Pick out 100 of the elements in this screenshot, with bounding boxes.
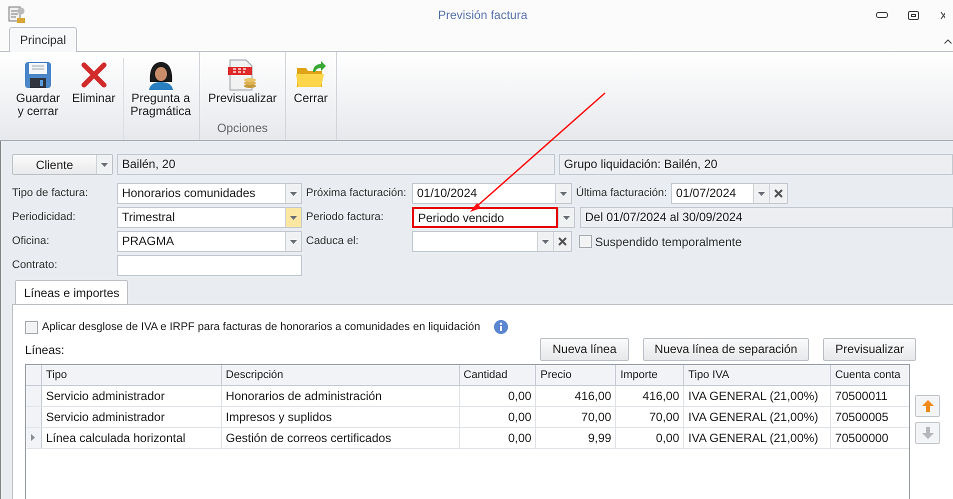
checkbox[interactable] (25, 320, 38, 334)
table-cell: 0,00 (460, 428, 536, 448)
table-cell: Servicio administrador (42, 406, 222, 426)
row-indicator[interactable] (26, 428, 42, 448)
delete-icon (80, 62, 107, 88)
column-header[interactable]: Cantidad (460, 364, 536, 384)
ribbon-button[interactable]: Pregunta a Pragmática (123, 58, 198, 140)
checkbox-label: Aplicar desglose de IVA e IRPF para facturas de honorarios a comunidades en liquidación (42, 320, 480, 335)
group-label: Opciones (216, 120, 269, 137)
table-cell: IVA GENERAL (21,00%) (684, 386, 832, 406)
column-header[interactable]: Tipo (42, 364, 222, 384)
table-cell: 0,00 (460, 406, 536, 426)
field-label: Oficina: (12, 234, 50, 250)
caret-icon (290, 192, 297, 196)
move-button[interactable] (915, 394, 940, 416)
dropdown-button[interactable] (285, 184, 301, 203)
dropdown-button[interactable] (96, 155, 112, 174)
caret-icon (542, 240, 549, 244)
dropdown-button[interactable] (558, 208, 574, 227)
table-cell: Impresos y suplidos (222, 406, 460, 426)
table-cell: 70,00 (536, 406, 616, 426)
table-cell: Honorarios de administración (222, 386, 460, 406)
caret-icon (290, 216, 297, 220)
table-cell: IVA GENERAL (21,00%) (684, 406, 832, 426)
table-cell: 416,00 (616, 386, 684, 406)
pdf-document-icon (227, 59, 258, 91)
action-button[interactable]: Nueva línea (540, 338, 629, 360)
caret-icon (560, 192, 567, 196)
table-cell-text: 70500005 (834, 408, 890, 426)
dropdown-field[interactable]: 01/10/2024 (412, 183, 572, 204)
table-cell: 0,00 (460, 386, 536, 406)
table-cell-text: 70500000 (834, 430, 890, 446)
up-arrow-icon (920, 398, 934, 412)
caret-icon (758, 192, 765, 196)
checkbox-label: Suspendido temporalmente (595, 234, 742, 250)
dropdown-field[interactable]: PRAGMA (117, 231, 302, 252)
app-icon (8, 6, 26, 24)
column-header[interactable]: Precio (536, 364, 616, 384)
info-icon[interactable] (494, 320, 508, 334)
table-cell: 0,00 (616, 428, 684, 448)
dropdown-button[interactable] (285, 232, 301, 251)
close-icon[interactable] (939, 10, 945, 20)
field-label: Periodicidad: (12, 210, 77, 226)
current-row-icon (31, 434, 36, 441)
ribbon-tab[interactable]: Principal (9, 27, 78, 52)
column-header[interactable]: Descripción (222, 364, 460, 384)
dropdown-field[interactable]: Honorarios comunidades (117, 183, 302, 204)
date-field[interactable] (412, 231, 572, 252)
window-title: Previsión factura (438, 7, 528, 24)
caret-icon (563, 216, 570, 220)
group-field: Grupo liquidación: Bailén, 20 (559, 154, 953, 175)
table-cell: 9,99 (536, 428, 616, 448)
field-label: Contrato: (12, 258, 58, 274)
table-cell: Gestión de correos certificados (222, 428, 460, 448)
text-field[interactable] (117, 255, 302, 276)
period-range-field: Del 01/07/2024 al 30/09/2024 (580, 207, 953, 228)
column-header[interactable]: Importe (616, 364, 684, 384)
field-label: Periodo factura: (306, 210, 385, 226)
ribbon-button[interactable]: Previsualizar (202, 58, 283, 119)
dropdown-button[interactable] (753, 184, 769, 203)
dropdown-button[interactable] (285, 208, 301, 227)
ribbon-button[interactable]: Eliminar (66, 58, 122, 140)
field-label: Última facturación: (576, 186, 668, 202)
tab[interactable]: Líneas e importes (15, 280, 128, 305)
column-header[interactable]: Tipo IVA (684, 364, 832, 384)
column-header[interactable]: Cuenta conta (831, 364, 909, 384)
caret-icon (290, 240, 297, 244)
table-cell: Servicio administrador (42, 386, 222, 406)
section-label: Líneas: (25, 342, 64, 358)
ribbon-button[interactable]: Guardar y cerrar (10, 58, 66, 140)
caret-icon (101, 162, 108, 166)
avatar-icon (146, 60, 175, 90)
date-field[interactable]: 01/07/2024 (671, 183, 788, 204)
clear-button[interactable] (553, 232, 571, 251)
table-cell: 70,00 (616, 406, 684, 426)
dropdown-button[interactable] (537, 232, 553, 251)
ribbon-button[interactable]: Cerrar (288, 58, 334, 140)
table-cell-text: 70500011 (834, 388, 889, 404)
field-label: Próxima facturación: (306, 186, 408, 202)
dropdown-button[interactable] (555, 184, 571, 203)
clear-button[interactable] (769, 184, 787, 203)
dropdown-field[interactable]: Periodo vencido (412, 207, 558, 228)
close-icon (774, 189, 783, 198)
client-field: Bailén, 20 (117, 154, 555, 175)
client-button[interactable]: Cliente (12, 154, 113, 175)
folder-icon (294, 60, 327, 90)
table-cell: 416,00 (536, 386, 616, 406)
dropdown-field[interactable]: Trimestral (117, 207, 302, 228)
table-cell: Línea calculada horizontal (42, 428, 222, 448)
down-arrow-icon (920, 426, 934, 440)
field-label: Tipo de factura: (12, 186, 90, 202)
checkbox[interactable] (579, 235, 592, 248)
collapse-ribbon-icon[interactable] (944, 39, 952, 44)
minimize-icon[interactable] (876, 12, 888, 18)
table-cell: IVA GENERAL (21,00%) (684, 428, 832, 448)
close-icon (558, 237, 567, 246)
field-label: Caduca el: (306, 234, 360, 250)
action-button[interactable]: Previsualizar (823, 338, 916, 360)
action-button[interactable]: Nueva línea de separación (642, 338, 810, 360)
maximize-icon[interactable] (908, 10, 919, 20)
